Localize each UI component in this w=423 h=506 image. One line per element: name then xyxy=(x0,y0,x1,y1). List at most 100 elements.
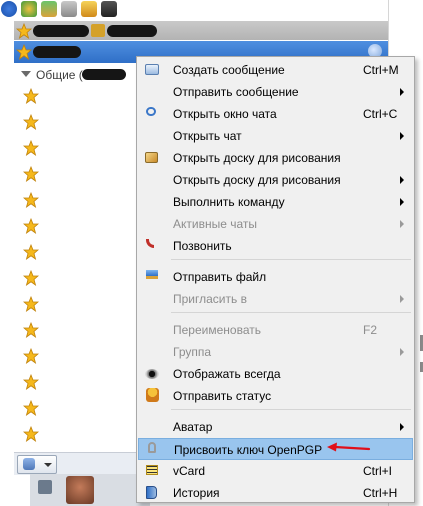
collapse-triangle-icon[interactable] xyxy=(21,71,31,77)
menu-item-shortcut: Ctrl+C xyxy=(363,107,398,121)
history-book-icon xyxy=(146,486,157,499)
submenu-arrow-icon xyxy=(400,348,404,356)
redacted-contact-name xyxy=(33,46,81,58)
star-icon[interactable] xyxy=(23,218,39,234)
hand-icon xyxy=(23,458,35,470)
lock-icon xyxy=(91,24,105,37)
menu-item-label: Присвоить ключ OpenPGP xyxy=(174,443,323,457)
menu-item[interactable]: Отображать всегда xyxy=(138,363,413,385)
menu-item-label: Активные чаты xyxy=(173,217,258,231)
star-icon[interactable] xyxy=(23,270,39,286)
menu-item[interactable]: Открыть окно чата Ctrl+C xyxy=(138,103,413,125)
menu-item-shortcut: Ctrl+H xyxy=(363,486,398,500)
menu-item: Переименовать F2 xyxy=(138,319,413,341)
vcard-icon xyxy=(146,465,158,475)
chat-bubble-icon xyxy=(146,107,156,116)
menu-item[interactable]: Открыть доску для рисования xyxy=(138,169,413,191)
menu-item-label: Переименовать xyxy=(173,323,261,337)
redacted-group-count xyxy=(82,69,126,80)
menu-item-label: Аватар xyxy=(173,420,213,434)
star-icon[interactable] xyxy=(23,426,39,442)
star-icon[interactable] xyxy=(23,374,39,390)
menu-item[interactable]: Отправить статус xyxy=(138,385,413,407)
contact-context-menu: Создать сообщение Ctrl+M Отправить сообщен… xyxy=(136,56,415,503)
network-icon[interactable] xyxy=(41,1,57,17)
menu-item-label: Выполнить команду xyxy=(173,195,285,209)
menu-item-label: Позвонить xyxy=(173,239,232,253)
submenu-arrow-icon xyxy=(400,295,404,303)
submenu-arrow-icon xyxy=(400,176,404,184)
menu-item[interactable]: Выполнить команду xyxy=(138,191,413,213)
avatar xyxy=(66,476,94,504)
envelope-icon xyxy=(145,64,159,75)
star-icon[interactable] xyxy=(23,348,39,364)
menu-item[interactable]: Открыть чат xyxy=(138,125,413,147)
menu-item-label: Отображать всегда xyxy=(173,367,281,381)
menu-item-label: Пригласить в xyxy=(173,292,247,306)
menu-separator xyxy=(171,259,411,260)
menu-item-label: vCard xyxy=(173,464,206,478)
menu-item-label: Группа xyxy=(173,345,212,359)
annotation-arrow xyxy=(327,442,371,452)
menu-item[interactable]: Позвонить xyxy=(138,235,413,257)
info-icon[interactable] xyxy=(1,1,17,17)
star-icon[interactable] xyxy=(23,244,39,260)
menu-item-label: Открыть окно чата xyxy=(173,107,277,121)
menu-item-shortcut: Ctrl+I xyxy=(363,464,393,478)
whiteboard-icon xyxy=(145,152,158,163)
menu-item-label: Открыть доску для рисования xyxy=(173,173,341,187)
redacted-status xyxy=(107,25,157,37)
star-icon[interactable] xyxy=(23,192,39,208)
star-icon[interactable] xyxy=(23,322,39,338)
star-icon[interactable] xyxy=(23,296,39,312)
back-arrow-icon[interactable] xyxy=(38,480,52,494)
menu-item-label: Создать сообщение xyxy=(173,63,285,77)
menu-item[interactable]: Отправить файл xyxy=(138,266,413,288)
menu-item[interactable]: Присвоить ключ OpenPGP xyxy=(138,438,413,460)
star-icon[interactable] xyxy=(23,88,39,104)
menu-item-shortcut: F2 xyxy=(363,323,378,337)
alert-icon[interactable] xyxy=(81,1,97,17)
key-icon xyxy=(148,442,156,453)
submenu-arrow-icon xyxy=(400,132,404,140)
menu-item[interactable]: Отправить сообщение xyxy=(138,81,413,103)
menu-item-label: Открыть доску для рисования xyxy=(173,151,341,165)
redacted-name xyxy=(33,25,89,37)
menu-item[interactable]: Открыть доску для рисования xyxy=(138,147,413,169)
menu-item-label: Открыть чат xyxy=(173,129,242,143)
chevron-down-icon xyxy=(44,463,52,467)
menu-item: Группа xyxy=(138,341,413,363)
menu-item-label: Отправить файл xyxy=(173,270,267,284)
submenu-arrow-icon xyxy=(400,423,404,431)
star-icon xyxy=(16,23,32,39)
menu-item[interactable]: История Ctrl+H xyxy=(138,482,413,504)
submenu-arrow-icon xyxy=(400,198,404,206)
users-icon[interactable] xyxy=(21,1,37,17)
menu-separator xyxy=(171,409,411,410)
eye-icon xyxy=(145,369,159,379)
star-icon[interactable] xyxy=(23,166,39,182)
status-user-icon xyxy=(146,388,159,402)
avatar-panel xyxy=(30,474,150,506)
main-toolbar xyxy=(0,0,160,20)
menu-item-shortcut: Ctrl+M xyxy=(363,63,399,77)
menu-item-label: Отправить сообщение xyxy=(173,85,299,99)
tools-icon[interactable] xyxy=(61,1,77,17)
menu-item[interactable]: Аватар xyxy=(138,416,413,438)
star-icon[interactable] xyxy=(23,114,39,130)
submenu-arrow-icon xyxy=(400,220,404,228)
menu-separator xyxy=(171,312,411,313)
menu-item-label: Отправить статус xyxy=(173,389,272,403)
menu-item[interactable]: vCard Ctrl+I xyxy=(138,460,413,482)
monitor-icon[interactable] xyxy=(101,1,117,17)
star-icon[interactable] xyxy=(23,400,39,416)
status-dropdown-button[interactable] xyxy=(17,455,57,474)
phone-icon xyxy=(146,239,154,248)
group-label: Общие ( xyxy=(36,68,83,82)
star-icon xyxy=(16,44,32,60)
menu-item: Активные чаты xyxy=(138,213,413,235)
menu-item[interactable]: Создать сообщение Ctrl+M xyxy=(138,59,413,81)
upload-file-icon xyxy=(146,270,158,279)
menu-item: Пригласить в xyxy=(138,288,413,310)
star-icon[interactable] xyxy=(23,140,39,156)
